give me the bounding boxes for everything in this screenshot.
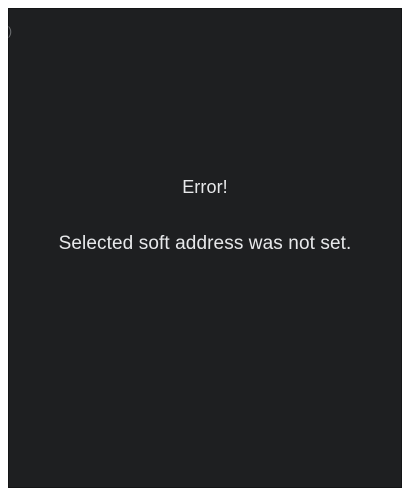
device-frame: ) Error! Selected soft address was not s… xyxy=(0,0,409,494)
error-screen: ) Error! Selected soft address was not s… xyxy=(8,8,402,488)
edge-glyph: ) xyxy=(8,24,12,38)
error-message: Selected soft address was not set. xyxy=(58,233,352,254)
error-title: Error! xyxy=(182,177,228,197)
